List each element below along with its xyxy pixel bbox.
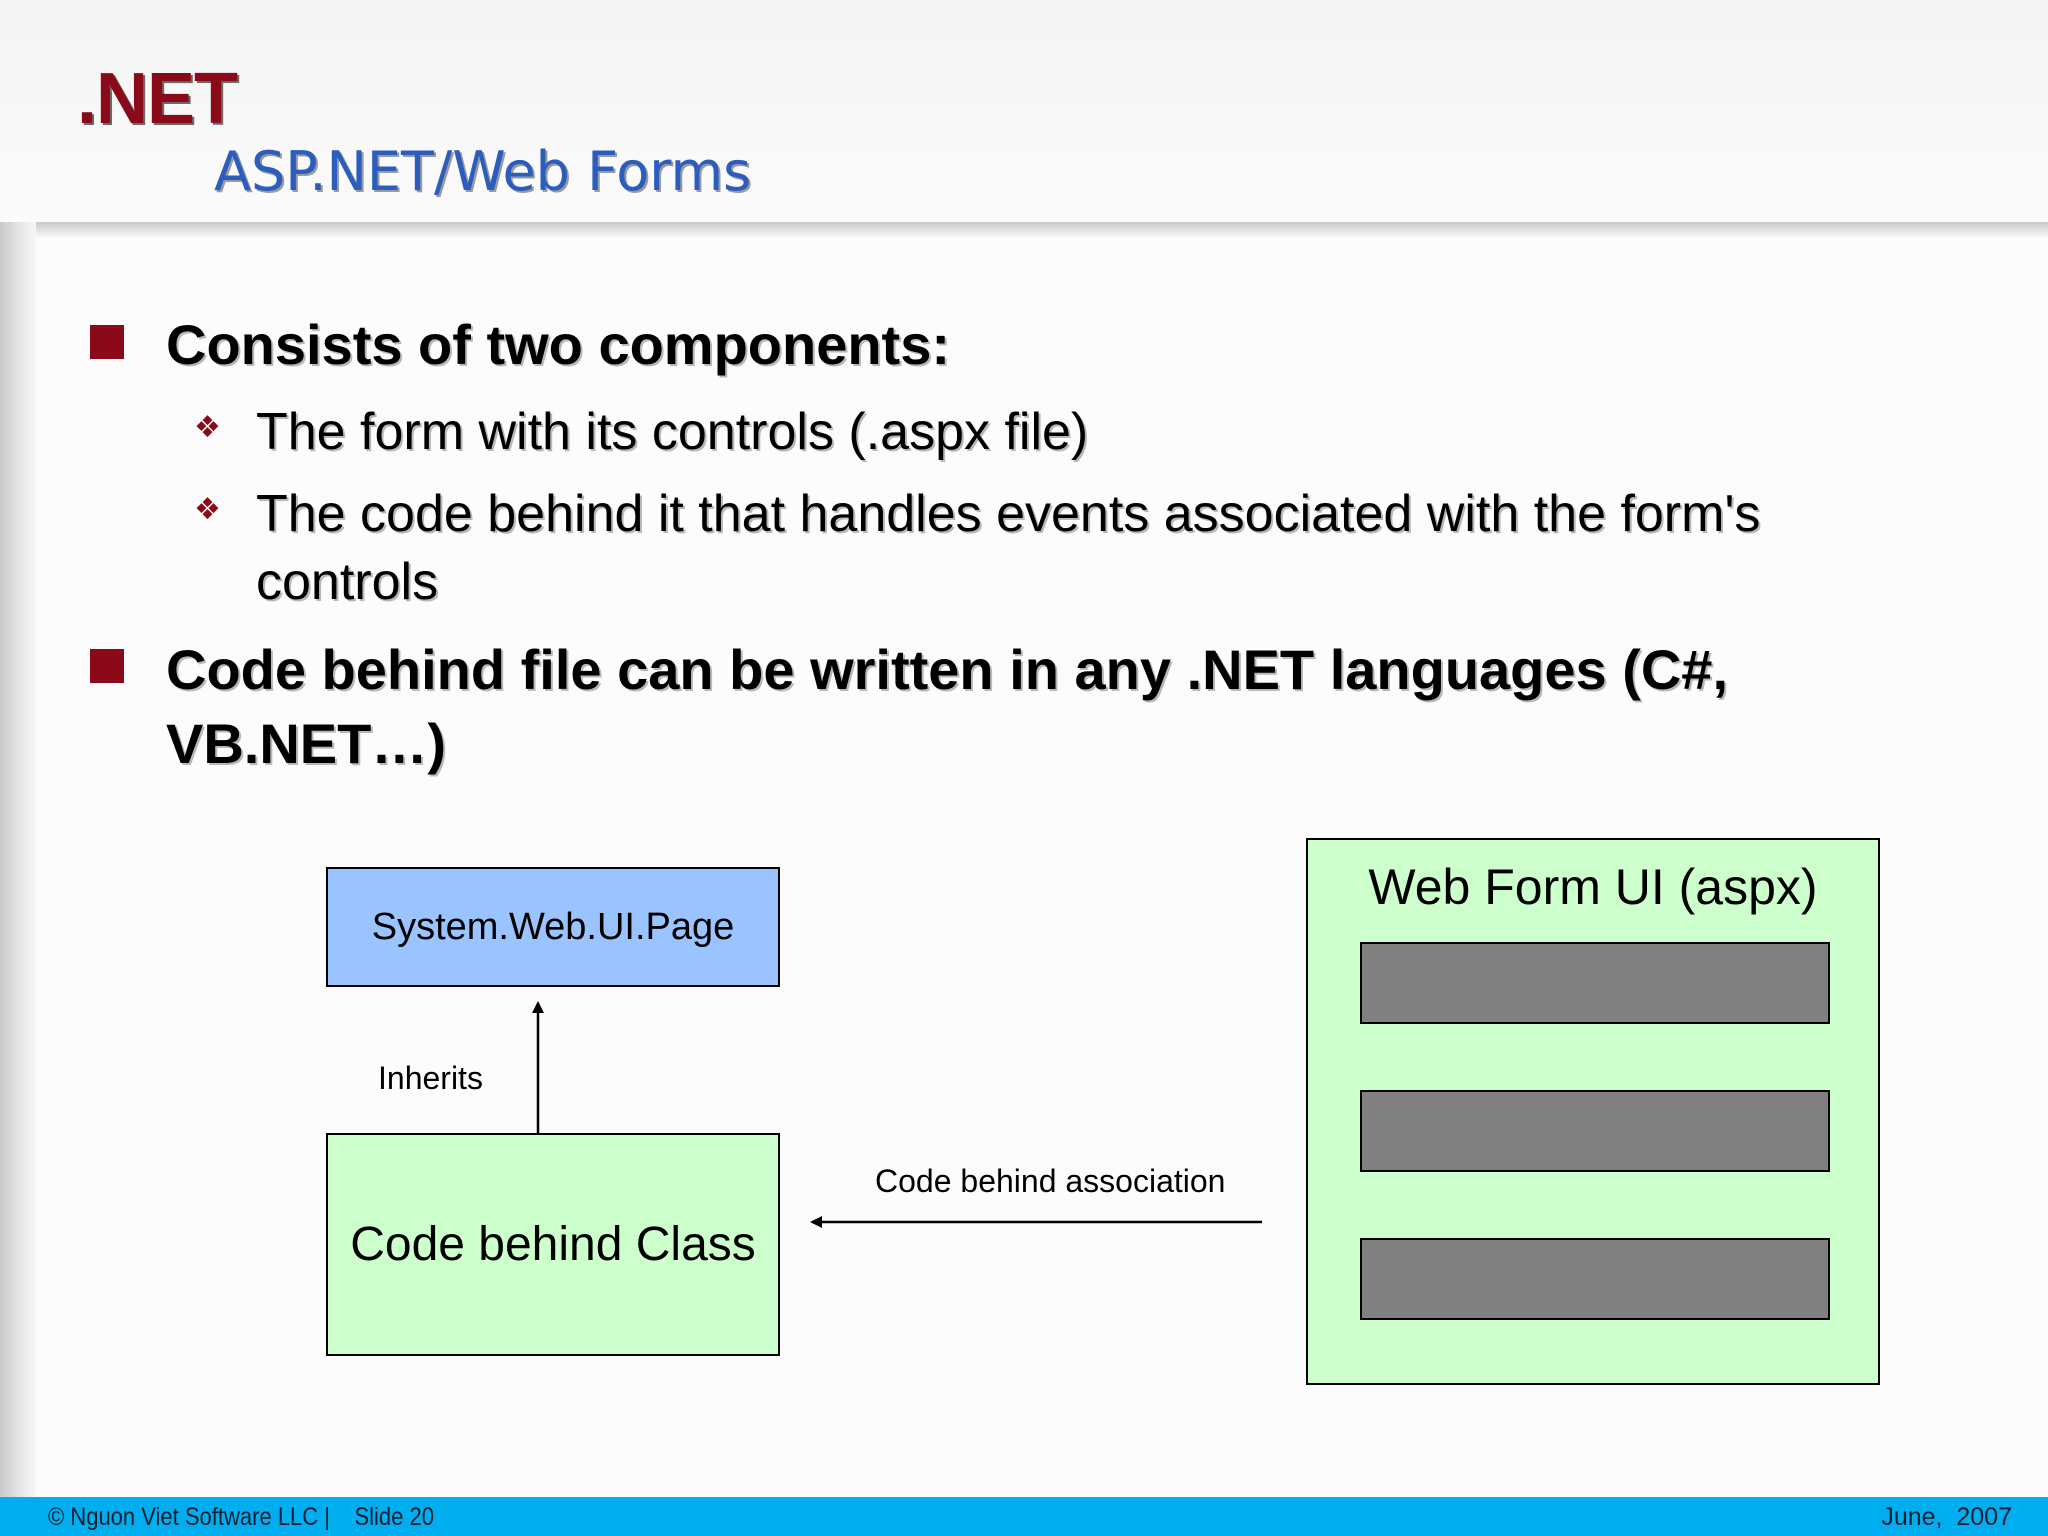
inherits-label: Inherits (378, 1060, 483, 1096)
code-behind-class-box: Code behind Class (326, 1133, 780, 1356)
code-behind-class-label: Code behind Class (350, 1218, 756, 1271)
footer-bar: © Nguon Viet Software LLC | Slide 20 Jun… (0, 1497, 2048, 1536)
form-control-placeholder (1360, 1238, 1830, 1320)
web-form-box: Web Form UI (aspx) (1306, 838, 1880, 1385)
footer-date: June, 2007 (1881, 1503, 2012, 1531)
footer-copyright: © Nguon Viet Software LLC | Slide 20 (48, 1503, 434, 1531)
web-form-title: Web Form UI (aspx) (1368, 859, 1818, 915)
form-control-placeholder (1360, 1090, 1830, 1172)
form-control-placeholder (1360, 942, 1830, 1024)
association-label: Code behind association (875, 1163, 1226, 1199)
